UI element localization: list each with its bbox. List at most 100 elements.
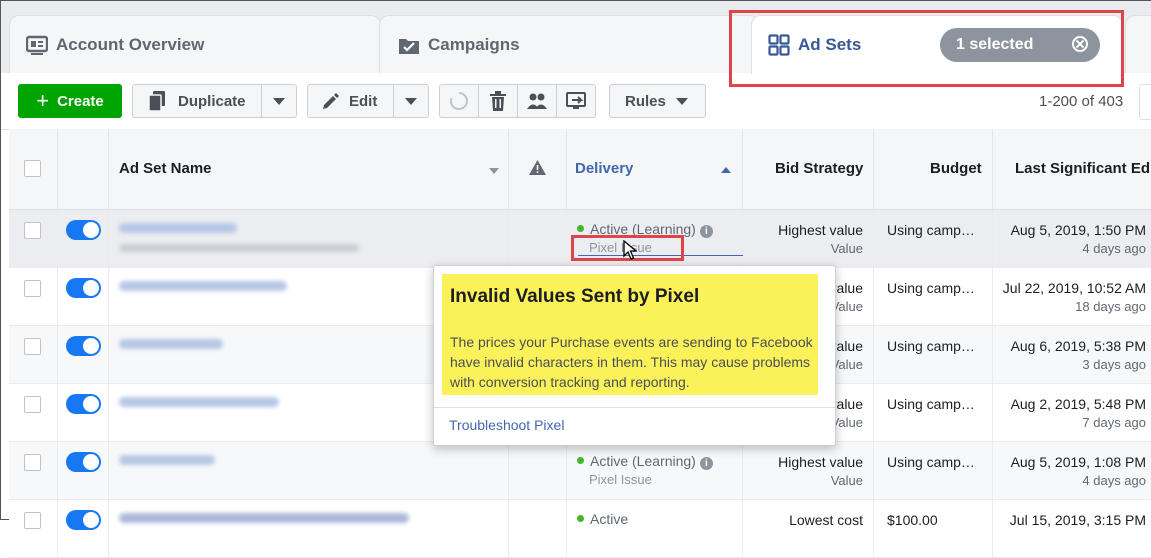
last-edit-ago: 4 days ago	[1082, 473, 1146, 488]
table-header: Ad Set Name Delivery Bid Strategy Budget…	[9, 129, 1151, 210]
delete-button[interactable]	[478, 84, 518, 118]
last-edit-date: Aug 5, 2019, 1:50 PM	[1010, 222, 1146, 238]
column-divider	[992, 129, 993, 209]
column-divider	[508, 129, 509, 209]
row-actions-redacted	[119, 244, 359, 252]
account-overview-icon	[26, 35, 48, 55]
row-checkbox[interactable]	[24, 338, 41, 355]
tab-account-overview-label: Account Overview	[56, 34, 205, 54]
last-edit-cell: Aug 5, 2019, 1:08 PM 4 days ago	[1011, 454, 1146, 488]
duplicate-button[interactable]: Duplicate	[132, 84, 262, 118]
column-header-ad-set-name[interactable]: Ad Set Name	[119, 160, 212, 177]
table-row[interactable]: Active (Learning) i Pixel Issue Highest v…	[9, 442, 1151, 500]
column-divider	[742, 129, 743, 209]
table-row[interactable]: Active Lowest cost $100.00 Jul 15, 2019,…	[9, 500, 1151, 558]
row-status-toggle[interactable]	[66, 394, 101, 414]
warning-icon[interactable]	[529, 160, 546, 175]
row-checkbox[interactable]	[24, 222, 41, 239]
chevron-down-icon	[675, 97, 688, 105]
ad-set-name-redacted[interactable]	[119, 513, 409, 523]
selected-count-text: 1 selected	[956, 36, 1034, 53]
selected-count-pill[interactable]: 1 selected	[940, 28, 1100, 62]
tab-account-overview[interactable]: Account Overview	[9, 15, 381, 73]
ad-set-name-redacted[interactable]	[119, 339, 223, 349]
last-edit-date: Aug 2, 2019, 5:48 PM	[1010, 396, 1146, 412]
last-edit-cell: Jul 22, 2019, 10:52 AM 18 days ago	[1003, 280, 1146, 314]
create-button[interactable]: + Create	[18, 84, 122, 118]
row-status-toggle[interactable]	[66, 220, 101, 240]
tooltip-title: Invalid Values Sent by Pixel	[450, 286, 700, 307]
chevron-up-icon[interactable]	[721, 167, 731, 173]
last-edit-date: Aug 5, 2019, 1:08 PM	[1010, 454, 1146, 470]
tab-ad-sets[interactable]: Ad Sets 1 selected	[751, 15, 1123, 74]
ad-set-name-redacted[interactable]	[119, 397, 279, 407]
troubleshoot-pixel-link[interactable]: Troubleshoot Pixel	[449, 417, 564, 433]
ad-set-name-redacted[interactable]	[119, 455, 215, 465]
tab-bar: Account Overview Campaigns Ad Sets 1 sel…	[1, 1, 1151, 74]
bid-strategy-sub: Value	[830, 241, 863, 256]
last-edit-date: Jul 15, 2019, 3:15 PM	[1009, 512, 1146, 528]
tooltip-highlight: Invalid Values Sent by Pixel The prices …	[442, 274, 818, 395]
duplicate-dropdown-button[interactable]	[261, 84, 297, 118]
close-circle-icon[interactable]	[1072, 36, 1088, 52]
info-icon[interactable]: i	[699, 457, 713, 470]
row-status-toggle[interactable]	[66, 452, 101, 472]
edit-dropdown-button[interactable]	[393, 84, 429, 118]
ad-sets-grid-icon	[768, 34, 790, 56]
cursor-icon	[623, 240, 637, 260]
delivery-status: Active (Learning) i	[577, 453, 713, 470]
ad-set-name-redacted[interactable]	[119, 281, 287, 291]
chevron-down-icon	[273, 97, 285, 105]
edit-label: Edit	[349, 92, 378, 110]
budget-cell: Using camp…	[887, 338, 975, 354]
status-dot	[577, 515, 584, 522]
refresh-icon	[449, 92, 468, 110]
bid-strategy-cell: Lowest cost	[789, 512, 863, 528]
last-edit-ago: 3 days ago	[1082, 357, 1146, 372]
row-checkbox[interactable]	[24, 280, 41, 297]
rules-label: Rules	[625, 92, 666, 110]
delivery-status-text: Active	[590, 511, 629, 527]
pixel-issue-link[interactable]: Pixel Issue	[589, 472, 652, 487]
column-header-delivery[interactable]: Delivery	[575, 160, 633, 177]
row-status-toggle[interactable]	[66, 278, 101, 298]
status-dot	[577, 225, 584, 232]
budget-cell: $100.00	[887, 512, 938, 528]
pencil-icon	[322, 92, 340, 110]
select-all-checkbox[interactable]	[24, 160, 41, 177]
tab-campaigns[interactable]: Campaigns	[379, 15, 759, 73]
column-header-last-significant-edit[interactable]: Last Significant Ed	[1015, 160, 1150, 177]
column-header-budget[interactable]: Budget	[930, 160, 982, 177]
column-header-bid-strategy[interactable]: Bid Strategy	[775, 160, 863, 177]
trash-icon	[490, 91, 506, 111]
status-dot	[577, 457, 584, 464]
row-checkbox[interactable]	[24, 512, 41, 529]
row-checkbox[interactable]	[24, 396, 41, 413]
last-edit-cell: Aug 2, 2019, 5:48 PM 7 days ago	[1011, 396, 1146, 430]
column-divider	[57, 129, 58, 209]
bid-strategy-text: Highest value	[778, 454, 863, 470]
row-checkbox[interactable]	[24, 454, 41, 471]
refresh-button[interactable]	[439, 84, 479, 118]
tab-ad-sets-label: Ad Sets	[798, 35, 862, 54]
edit-button[interactable]: Edit	[307, 84, 394, 118]
budget-cell: Using camp…	[887, 280, 975, 296]
tab-ads[interactable]	[1125, 15, 1151, 74]
pagination-control[interactable]	[1139, 84, 1151, 120]
last-edit-cell: Aug 6, 2019, 5:38 PM 3 days ago	[1011, 338, 1146, 372]
preview-button[interactable]	[556, 84, 596, 118]
row-status-toggle[interactable]	[66, 336, 101, 356]
tooltip-body: The prices your Purchase events are send…	[450, 334, 813, 390]
bid-strategy-text: Lowest cost	[789, 512, 863, 528]
plus-icon: +	[36, 88, 50, 113]
ad-set-name-redacted[interactable]	[119, 223, 237, 233]
last-edit-ago: 7 days ago	[1082, 415, 1146, 430]
duplicate-icon	[147, 90, 169, 112]
tab-campaigns-label: Campaigns	[428, 34, 520, 54]
rules-button[interactable]: Rules	[609, 84, 706, 118]
chevron-down-icon[interactable]	[489, 168, 499, 174]
row-status-toggle[interactable]	[66, 510, 101, 530]
audience-button[interactable]	[517, 84, 557, 118]
budget-cell: Using camp…	[887, 396, 975, 412]
bid-strategy-cell: Highest value Value	[778, 222, 863, 256]
